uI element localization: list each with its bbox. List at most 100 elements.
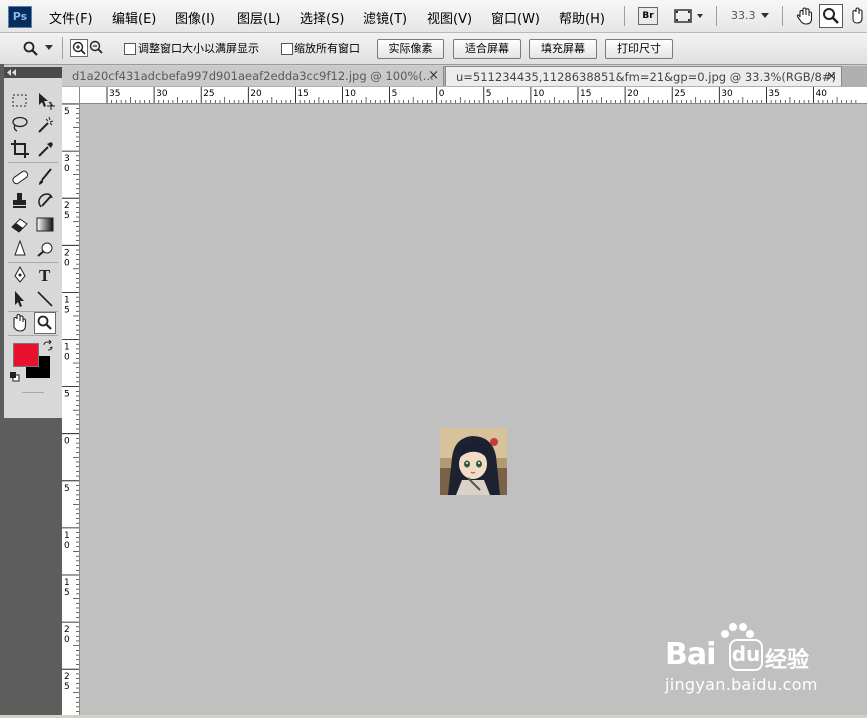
lasso-icon bbox=[12, 116, 28, 132]
hand-tool[interactable] bbox=[9, 312, 31, 334]
zoom-out-button[interactable] bbox=[88, 39, 104, 55]
close-icon[interactable]: × bbox=[826, 67, 837, 86]
hand-tool-icon[interactable] bbox=[795, 6, 815, 26]
rotate-view-icon[interactable] bbox=[849, 6, 867, 26]
menu-bar: Ps 文件(F) 编辑(E) 图像(I) 图层(L) 选择(S) 滤镜(T) 视… bbox=[0, 0, 867, 33]
line-tool[interactable] bbox=[34, 288, 56, 310]
history-brush-tool[interactable] bbox=[34, 190, 56, 212]
ruler-label: 35 bbox=[109, 89, 120, 99]
menu-image[interactable]: 图像(I) bbox=[175, 8, 215, 27]
resize-windows-checkbox[interactable] bbox=[124, 43, 136, 55]
type-tool[interactable]: T bbox=[34, 264, 56, 286]
eraser-icon bbox=[11, 218, 28, 233]
blur-tool[interactable] bbox=[9, 238, 31, 260]
watermark-url: jingyan.baidu.com bbox=[665, 675, 818, 694]
zoom-in-icon bbox=[72, 41, 86, 55]
zoom-tool-button[interactable] bbox=[819, 4, 843, 28]
magic-wand-tool[interactable] bbox=[34, 114, 56, 136]
ruler-label: 10 bbox=[533, 89, 545, 99]
dodge-icon bbox=[37, 242, 53, 257]
ruler-label: 5 bbox=[64, 390, 70, 400]
brush-tool[interactable] bbox=[34, 166, 56, 188]
horizontal-ruler[interactable]: 35 30 25 20 15 10 5 0 5 10 15 20 25 30 35 40 bbox=[80, 87, 867, 104]
menu-view[interactable]: 视图(V) bbox=[427, 8, 472, 27]
default-colors-icon[interactable] bbox=[10, 372, 20, 382]
ruler-label: 0 bbox=[439, 89, 445, 99]
chevron-down-icon[interactable] bbox=[45, 45, 53, 51]
document-tab-1[interactable]: d1a20cf431adcbefa997d901aeaf2edda3cc9f12… bbox=[62, 66, 444, 86]
zoom-level[interactable]: 33.3 bbox=[731, 9, 756, 22]
ruler-label: 5 bbox=[392, 89, 398, 99]
close-icon[interactable]: × bbox=[428, 66, 439, 86]
chevron-down-icon[interactable] bbox=[760, 12, 770, 20]
path-select-icon bbox=[15, 291, 24, 307]
ruler-label: 15 bbox=[64, 295, 70, 315]
screen-mode-button[interactable] bbox=[673, 7, 707, 25]
swap-colors-icon[interactable] bbox=[42, 340, 54, 352]
menu-help[interactable]: 帮助(H) bbox=[559, 8, 605, 27]
bridge-button[interactable]: Br bbox=[638, 7, 658, 25]
actual-pixels-button[interactable]: 实际像素 bbox=[377, 39, 444, 59]
document-tab-2[interactable]: u=511234435,1128638851&fm=21&gp=0.jpg @ … bbox=[445, 66, 842, 86]
ruler-label: 25 bbox=[64, 672, 70, 692]
path-selection-tool[interactable] bbox=[9, 288, 31, 310]
ruler-label: 10 bbox=[64, 531, 70, 551]
print-size-button[interactable]: 打印尺寸 bbox=[605, 39, 673, 59]
ruler-label: 30 bbox=[156, 89, 168, 99]
ruler-label: 20 bbox=[64, 625, 70, 645]
toolbox-header[interactable] bbox=[4, 67, 62, 78]
ruler-label: 30 bbox=[64, 154, 70, 174]
bandage-icon bbox=[12, 170, 29, 185]
tool-separator bbox=[22, 392, 44, 393]
brush-icon bbox=[39, 168, 52, 185]
options-bar: 调整窗口大小以满屏显示 缩放所有窗口 实际像素 适合屏幕 填充屏幕 打印尺寸 bbox=[0, 33, 867, 65]
eraser-tool[interactable] bbox=[9, 214, 31, 236]
menu-window[interactable]: 窗口(W) bbox=[491, 8, 540, 27]
ruler-label: 5 bbox=[64, 484, 70, 494]
stamp-icon bbox=[13, 193, 26, 208]
pen-tool[interactable] bbox=[9, 264, 31, 286]
ruler-label: 25 bbox=[64, 201, 70, 221]
zoom-in-button[interactable] bbox=[70, 39, 88, 57]
clone-stamp-tool[interactable] bbox=[9, 190, 31, 212]
watermark-cn: 经验 bbox=[765, 648, 810, 673]
blur-drop-icon bbox=[14, 239, 26, 256]
gradient-tool[interactable] bbox=[34, 214, 56, 236]
tab-title: d1a20cf431adcbefa997d901aeaf2edda3cc9f12… bbox=[72, 69, 434, 83]
gradient-icon bbox=[36, 217, 54, 232]
ruler-label: 25 bbox=[203, 89, 214, 99]
marquee-tool[interactable] bbox=[9, 90, 31, 112]
dodge-tool[interactable] bbox=[34, 238, 56, 260]
ruler-label: 10 bbox=[345, 89, 357, 99]
menu-file[interactable]: 文件(F) bbox=[49, 8, 93, 27]
menu-select[interactable]: 选择(S) bbox=[300, 8, 344, 27]
crop-tool[interactable] bbox=[9, 138, 31, 160]
watermark-brand: Bai bbox=[665, 637, 716, 672]
ruler-label: 20 bbox=[64, 248, 70, 268]
film-icon bbox=[674, 9, 703, 23]
fit-screen-button[interactable]: 适合屏幕 bbox=[453, 39, 521, 59]
ruler-label: 10 bbox=[64, 343, 70, 363]
zoom-tool-preset-icon[interactable] bbox=[22, 40, 40, 58]
svg-text:T: T bbox=[39, 266, 51, 285]
lasso-tool[interactable] bbox=[9, 114, 31, 136]
tab-title: u=511234435,1128638851&fm=21&gp=0.jpg @ … bbox=[456, 70, 836, 84]
move-tool[interactable] bbox=[34, 90, 56, 112]
healing-brush-tool[interactable] bbox=[9, 166, 31, 188]
document-image[interactable] bbox=[440, 428, 507, 495]
toolbox: T bbox=[4, 78, 63, 418]
ruler-origin[interactable] bbox=[62, 87, 80, 104]
eyedropper-icon bbox=[38, 142, 53, 157]
ruler-label: 40 bbox=[816, 89, 828, 99]
eyedropper-tool[interactable] bbox=[34, 138, 56, 160]
vertical-ruler[interactable]: 5 30 25 20 15 10 5 0 5 10 15 20 25 bbox=[62, 103, 80, 715]
zoom-all-windows-checkbox[interactable] bbox=[281, 43, 293, 55]
menu-filter[interactable]: 滤镜(T) bbox=[363, 8, 407, 27]
foreground-color-swatch[interactable] bbox=[13, 343, 39, 367]
fill-screen-button[interactable]: 填充屏幕 bbox=[529, 39, 597, 59]
menu-layer[interactable]: 图层(L) bbox=[237, 8, 280, 27]
menu-edit[interactable]: 编辑(E) bbox=[112, 8, 156, 27]
rect-marquee-icon bbox=[12, 94, 27, 107]
pen-icon bbox=[14, 265, 26, 283]
zoom-tool[interactable] bbox=[34, 312, 56, 334]
